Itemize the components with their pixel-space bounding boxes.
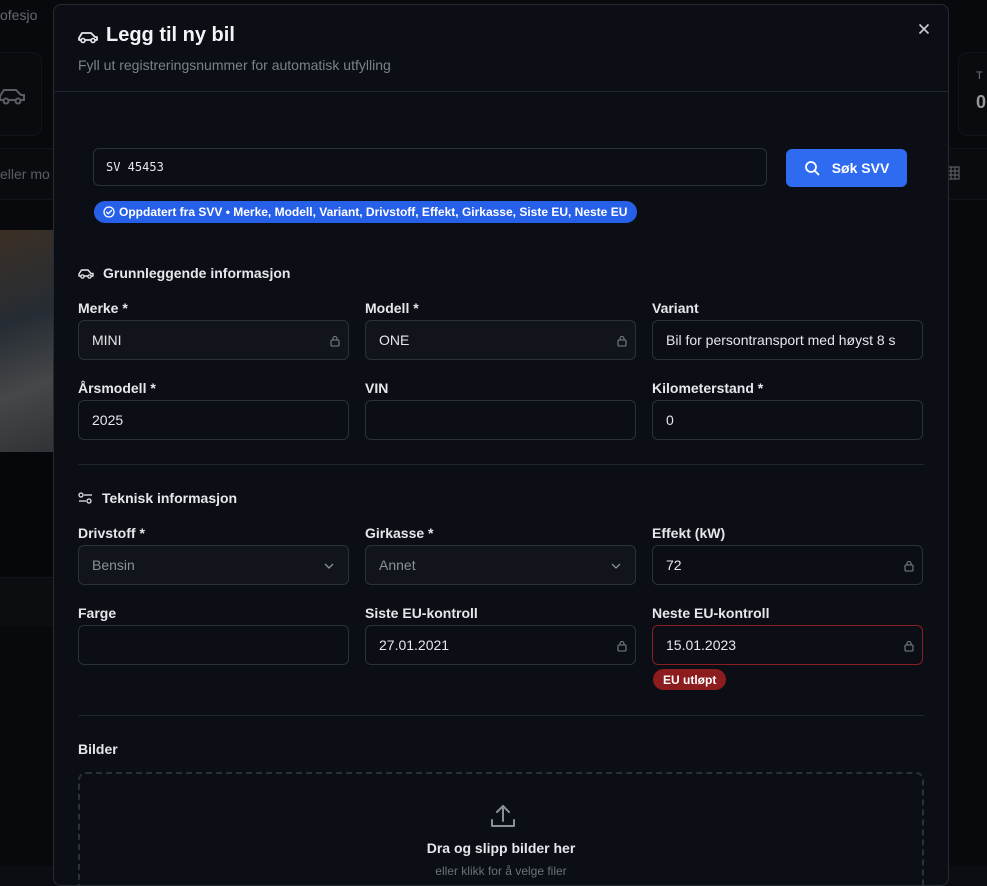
effekt-label: Effekt (kW) [652, 525, 726, 541]
farge-field[interactable] [78, 625, 349, 665]
arsmodell-field[interactable]: 2025 [78, 400, 349, 440]
siste-eu-label: Siste EU-kontroll [365, 605, 478, 621]
siste-eu-field[interactable]: 27.01.2021 [365, 625, 636, 665]
girkasse-label: Girkasse * [365, 525, 434, 541]
car-icon [78, 269, 94, 279]
farge-label: Farge [78, 605, 117, 621]
section-divider [78, 715, 924, 716]
girkasse-select[interactable]: Annet [365, 545, 636, 585]
chevron-down-icon [611, 563, 621, 569]
lock-icon [330, 335, 340, 347]
chevron-down-icon [324, 563, 334, 569]
arsmodell-value: 2025 [92, 412, 124, 428]
dialog-title: Legg til ny bil [106, 24, 235, 46]
lock-icon [904, 560, 914, 572]
arsmodell-label: Årsmodell * [78, 380, 156, 396]
variant-field[interactable]: Bil for persontransport med høyst 8 s [652, 320, 923, 360]
neste-eu-value: 15.01.2023 [666, 637, 737, 653]
search-icon [804, 161, 820, 176]
image-dropzone[interactable]: Dra og slipp bilder her eller klikk for … [78, 772, 924, 885]
section-divider [78, 464, 924, 465]
variant-value: Bil for persontransport med høyst 8 s [666, 332, 896, 348]
effekt-field[interactable]: 72 [652, 545, 923, 585]
basic-info-section-title: Grunnleggende informasjon [78, 265, 290, 281]
close-icon[interactable] [916, 21, 932, 37]
lock-icon [904, 640, 914, 652]
dropzone-subtitle: eller klikk for å velge filer [435, 864, 567, 878]
lock-icon [617, 640, 627, 652]
basic-info-section-label: Grunnleggende informasjon [103, 265, 291, 281]
variant-label: Variant [652, 300, 699, 316]
drivstoff-select[interactable]: Bensin [78, 545, 349, 585]
tech-info-section-label: Teknisk informasjon [102, 490, 238, 506]
effekt-value: 72 [666, 557, 682, 573]
modell-label: Modell * [365, 300, 419, 316]
drivstoff-label: Drivstoff * [78, 525, 145, 541]
add-car-dialog: Legg til ny bil Fyll ut registreringsnum… [53, 4, 949, 886]
girkasse-value: Annet [379, 557, 416, 573]
car-icon [78, 32, 98, 44]
dialog-header: Legg til ny bil Fyll ut registreringsnum… [54, 5, 948, 92]
modell-field[interactable]: ONE [365, 320, 636, 360]
dropzone-title: Dra og slipp bilder her [426, 840, 576, 856]
drivstoff-value: Bensin [92, 557, 135, 573]
eu-expired-badge: EU utløpt [653, 669, 727, 690]
vin-label: VIN [365, 380, 389, 396]
vin-field[interactable] [365, 400, 636, 440]
merke-field[interactable]: MINI [78, 320, 349, 360]
neste-eu-label: Neste EU-kontroll [652, 605, 770, 621]
kilometerstand-field[interactable]: 0 [652, 400, 923, 440]
svv-status-text: Oppdatert fra SVV • Merke, Modell, Varia… [119, 205, 628, 219]
modell-value: ONE [379, 332, 410, 348]
sliders-icon [78, 492, 92, 504]
dialog-subtitle: Fyll ut registreringsnummer for automati… [78, 57, 391, 73]
kilometerstand-value: 0 [666, 412, 674, 428]
tech-info-section-title: Teknisk informasjon [78, 490, 237, 506]
merke-label: Merke * [78, 300, 128, 316]
upload-icon [491, 805, 515, 827]
search-svv-label: Søk SVV [831, 160, 890, 176]
neste-eu-field[interactable]: 15.01.2023 [652, 625, 923, 665]
check-circle-icon [103, 206, 115, 218]
search-svv-button[interactable]: Søk SVV [786, 149, 907, 187]
svv-status-badge: Oppdatert fra SVV • Merke, Modell, Varia… [94, 201, 638, 223]
merke-value: MINI [92, 332, 122, 348]
lock-icon [617, 335, 627, 347]
registration-number-input[interactable] [93, 148, 767, 186]
images-section-title: Bilder [78, 741, 118, 757]
siste-eu-value: 27.01.2021 [379, 637, 450, 653]
kilometerstand-label: Kilometerstand * [652, 380, 764, 396]
